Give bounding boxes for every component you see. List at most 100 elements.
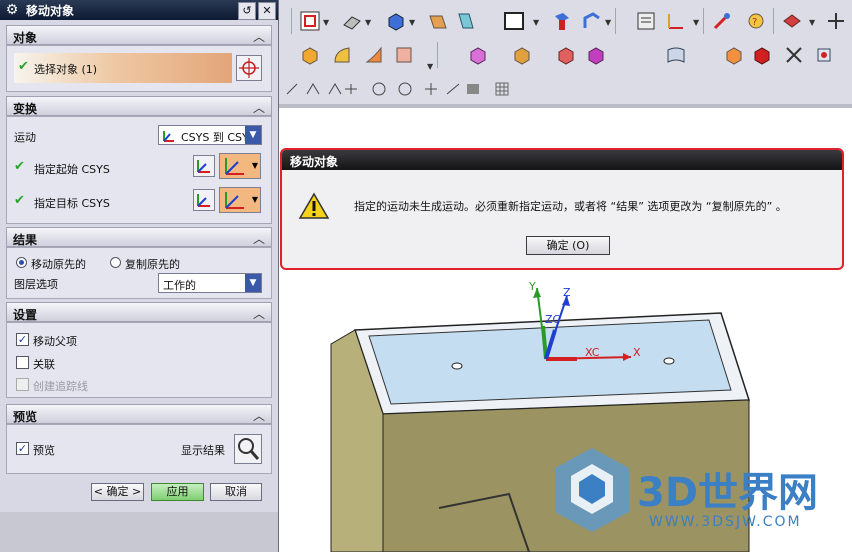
datum-icon[interactable] (825, 10, 847, 32)
create-trace-checkbox[interactable] (16, 378, 29, 391)
subtract-icon[interactable] (511, 44, 533, 66)
section-preview-header[interactable]: 预览 ︿ (6, 404, 272, 424)
result-move-radio[interactable] (16, 257, 27, 268)
associative-label: 关联 (33, 358, 55, 371)
chevron-up-icon: ︿ (252, 232, 265, 246)
chevron-down-icon[interactable]: ▼ (427, 62, 433, 71)
clip-section-icon[interactable] (455, 10, 477, 32)
chevron-up-icon: ︿ (252, 307, 265, 321)
chevron-down-icon[interactable]: ▼ (365, 18, 371, 27)
xc-axis-label: XC (585, 346, 600, 359)
associative-checkbox[interactable] (16, 356, 29, 369)
layer-option-select[interactable]: 工作的 ▼ (158, 273, 262, 293)
red-cube-icon[interactable] (751, 44, 773, 66)
chevron-up-icon: ︿ (252, 101, 265, 115)
section-settings-header[interactable]: 设置 ︿ (6, 302, 272, 322)
cross-icon[interactable] (783, 44, 805, 66)
zc-axis-label: ZC (545, 313, 561, 326)
chamfer-icon[interactable] (363, 44, 385, 66)
alert-title-bar: 移动对象 (282, 150, 842, 170)
chevron-down-icon[interactable]: ▼ (409, 18, 415, 27)
target-csys-label: 指定目标 CSYS (34, 197, 110, 210)
chevron-down-icon[interactable]: ▼ (605, 18, 611, 27)
csys-dialog-button[interactable] (193, 155, 215, 177)
3dsjw-logo-icon (555, 448, 629, 532)
create-trace-label: 创建追踪线 (33, 380, 88, 393)
wcs-icon[interactable] (665, 10, 687, 32)
view-orient-icon[interactable] (385, 10, 407, 32)
csys-inferred-dropdown[interactable]: ▼ (219, 187, 261, 213)
y-axis-label: Y (529, 280, 536, 293)
section-settings-title: 设置 (13, 308, 38, 322)
hole (451, 362, 463, 370)
check-icon: ✔ (14, 193, 25, 208)
chevron-down-icon: ▼ (245, 126, 261, 144)
edge-blend-icon[interactable] (331, 44, 353, 66)
alert-ok-button[interactable]: 确定 (O) (526, 236, 610, 255)
assembly-icon[interactable] (813, 44, 835, 66)
intersect-icon[interactable] (555, 44, 577, 66)
select-object-row[interactable]: ✔ 选择对象 (1) (14, 53, 232, 83)
chevron-up-icon: ︿ (252, 30, 265, 44)
csys-inferred-dropdown[interactable]: ▼ (219, 153, 261, 179)
alert-message: 指定的运动未生成运动。必须重新指定运动，或者将 “结果” 选项更改为 “复制原先… (354, 200, 787, 213)
window-frame-icon[interactable] (503, 10, 525, 32)
chevron-down-icon: ▼ (251, 195, 258, 204)
section-object-title: 对象 (13, 31, 38, 45)
motion-select[interactable]: CSYS 到 CSYS ▼ (158, 125, 262, 145)
layer-icon[interactable] (635, 10, 657, 32)
result-copy-radio[interactable] (110, 257, 121, 268)
surface-icon[interactable] (665, 44, 687, 66)
section-preview-title: 预览 (13, 410, 38, 424)
chevron-down-icon[interactable]: ▼ (323, 18, 329, 27)
measure-icon[interactable] (711, 10, 733, 32)
toolbar-separator (703, 8, 704, 34)
toolbar-row-3 (279, 74, 852, 100)
trim-body-icon[interactable] (585, 44, 607, 66)
cancel-button[interactable]: 取消 (210, 483, 262, 501)
render-style-icon[interactable] (341, 10, 363, 32)
block-icon[interactable] (299, 44, 321, 66)
section-transform-header[interactable]: 变换 ︿ (6, 96, 272, 116)
apply-button[interactable]: 应用 (151, 483, 204, 501)
section-object-header[interactable]: 对象 ︿ (6, 25, 272, 45)
face-icon[interactable] (393, 44, 415, 66)
grid-icon[interactable] (495, 82, 509, 96)
chevron-down-icon: ▼ (245, 274, 261, 292)
check-icon: ✔ (18, 59, 29, 74)
sketch-icon[interactable] (781, 10, 803, 32)
watermark-brand: 3D世界网 (637, 470, 819, 516)
csys-dialog-icon (197, 160, 210, 173)
analysis-icon[interactable]: ? (745, 10, 767, 32)
chevron-down-icon[interactable]: ▼ (809, 18, 815, 27)
csys-dialog-button[interactable] (193, 189, 215, 211)
show-result-label: 显示结果 (181, 444, 225, 457)
svg-text:?: ? (752, 17, 757, 28)
move-object-dialog: ⚙ 移动对象 ↺ ✕ 对象 ︿ ✔ 选择对象 (1) 变换 ︿ 运动 CSYS … (0, 0, 279, 552)
chevron-down-icon[interactable]: ▼ (693, 18, 699, 27)
close-icon[interactable]: ✕ (258, 2, 276, 20)
z-axis-label: Z (563, 286, 571, 299)
move-parent-checkbox[interactable]: ✓ (16, 333, 29, 346)
watermark-url: WWW.3DSJW.COM (649, 514, 802, 530)
extrude-icon[interactable] (551, 10, 573, 32)
csys-icon (163, 131, 174, 142)
toolbar-area: ▼ ▼ ▼ ▼ ▼ ▼ ? ▼ ▼ (279, 0, 852, 108)
preview-checkbox[interactable]: ✓ (16, 442, 29, 455)
fit-view-icon[interactable] (299, 10, 321, 32)
toolbar-row-2: ▼ (279, 38, 852, 73)
background-icon[interactable] (427, 10, 449, 32)
gear-icon[interactable]: ⚙ (4, 2, 20, 18)
section-result-header[interactable]: 结果 ︿ (6, 227, 272, 247)
reset-icon[interactable]: ↺ (238, 2, 256, 20)
chevron-down-icon[interactable]: ▼ (533, 18, 539, 27)
crosshair-select-button[interactable] (236, 55, 262, 81)
alert-dialog: 移动对象 指定的运动未生成运动。必须重新指定运动，或者将 “结果” 选项更改为 … (280, 148, 844, 270)
orange-block-icon[interactable] (723, 44, 745, 66)
unite-icon[interactable] (467, 44, 489, 66)
csys-dialog-icon (197, 194, 210, 207)
revolve-icon[interactable] (581, 10, 603, 32)
ok-button[interactable]: < 确定 > (91, 483, 144, 501)
show-result-button[interactable] (234, 434, 262, 464)
alert-title: 移动对象 (290, 155, 339, 169)
